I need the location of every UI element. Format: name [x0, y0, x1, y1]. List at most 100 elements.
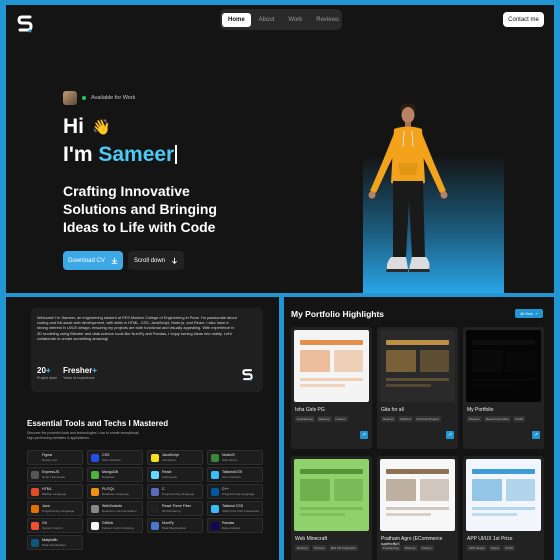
- nodejs-icon: [211, 453, 219, 462]
- tool-card: Figma Design tool: [27, 450, 83, 465]
- tool-card: NumPy Data Manipulation: [147, 518, 203, 533]
- open-project-arrow-icon[interactable]: ↗: [360, 431, 368, 439]
- tool-desc: User Interface: [222, 474, 241, 479]
- tool-card: CSS User Interface: [87, 450, 143, 465]
- react-three-fiber-icon: [151, 504, 159, 513]
- portfolio-grid: Isha Girls PG Freelancing React.js Node.js ↗…: [291, 327, 544, 560]
- view-all-button[interactable]: All View ↗: [515, 309, 543, 318]
- arrow-down-icon: [172, 257, 177, 264]
- tool-desc: Programming Language: [162, 491, 195, 496]
- open-project-arrow-icon[interactable]: ↗: [446, 431, 454, 439]
- tool-card: HTML Markup Language: [27, 484, 83, 499]
- name-highlight: Sameer: [98, 143, 175, 166]
- pandas-icon: [211, 521, 219, 530]
- tool-desc: Version Control: [42, 525, 63, 530]
- open-project-arrow-icon[interactable]: ↗: [532, 431, 540, 439]
- contact-button[interactable]: Contact me: [503, 12, 544, 27]
- portfolio-title: My Portfolio Highlights: [291, 309, 385, 319]
- hero-tagline: Crafting Innovative Solutions and Bringi…: [63, 183, 217, 235]
- hero-section: Home About Work Reviews Contact me Avail…: [6, 5, 554, 293]
- project-card[interactable]: My Portfolio React.js React three Fiber GSA…: [463, 327, 544, 449]
- git-icon: [31, 521, 39, 530]
- s-logo-icon[interactable]: [17, 14, 33, 34]
- scroll-down-label: Scroll down: [133, 257, 165, 264]
- about-text: Welcome! I'm Sameer, an engineering stud…: [37, 315, 237, 341]
- tool-desc: Data Visualization: [42, 542, 66, 547]
- tools-title: Essential Tools and Techs I Mastered: [27, 419, 169, 428]
- arrow-up-right-icon: ↗: [534, 311, 538, 316]
- project-tag: React.js: [316, 416, 332, 422]
- project-thumbnail: [294, 330, 369, 402]
- tool-desc: User Interface: [102, 457, 121, 462]
- java-icon: [31, 504, 39, 513]
- c-icon: [151, 487, 159, 496]
- tool-desc: Real-time Communication: [102, 508, 137, 513]
- tool-card: React Framework: [147, 467, 203, 482]
- tool-card: WebSockets Real-time Communication: [87, 501, 143, 516]
- project-tag: UI/UX: [502, 545, 515, 551]
- s-logo-icon: [242, 369, 253, 381]
- project-thumbnail: [466, 330, 541, 402]
- scroll-down-button[interactable]: Scroll down: [128, 251, 184, 270]
- websockets-icon: [91, 504, 99, 513]
- tailwind-css-icon: [211, 504, 219, 513]
- availability-text: Available for Work: [91, 95, 136, 101]
- project-thumbnail: [466, 459, 541, 531]
- project-tag: React.js: [402, 545, 418, 551]
- tool-desc: Markup Language: [42, 491, 67, 496]
- tool-desc: 3D Rendering: [162, 508, 181, 513]
- status-dot: [82, 96, 86, 100]
- project-tag: React.js: [381, 416, 396, 422]
- typing-cursor: [175, 145, 178, 164]
- stat-experience-label: Years of experience: [63, 376, 95, 380]
- nav-item-home[interactable]: Home: [222, 12, 251, 27]
- project-tags: APP design Figma UI/UX: [467, 545, 515, 551]
- nav-item-work[interactable]: Work: [282, 13, 308, 27]
- tool-card: Pandas Data Analysis: [207, 518, 263, 533]
- project-card[interactable]: Web Minecraft React.js Three.js Mini 3D int…: [291, 456, 372, 560]
- project-card[interactable]: APP UI/UX 1st PrizeAPP designFigmaUI/UX↗: [463, 456, 544, 560]
- about-card: Welcome! I'm Sameer, an engineering stud…: [31, 308, 263, 392]
- project-tag: Node.js: [419, 545, 434, 551]
- tailwindcss-icon: [211, 470, 219, 479]
- project-tag: React.js: [295, 545, 310, 551]
- mongodb-icon: [91, 470, 99, 479]
- download-cv-label: Download CV: [68, 257, 105, 264]
- stat-experience-value: Fresher: [63, 366, 93, 375]
- tool-card: PL/SQL Database Language: [87, 484, 143, 499]
- project-card[interactable]: Pratham Agro (ECommerce website)Freelanc…: [377, 456, 458, 560]
- tool-desc: Design tool: [42, 457, 58, 462]
- tool-card: C Programming Language: [147, 484, 203, 499]
- project-tags: React.js React three Fiber GSAP: [467, 416, 526, 422]
- download-cv-button[interactable]: Download CV: [63, 251, 123, 270]
- project-card[interactable]: Gita for all React.js Tailwind Personal Pro…: [377, 327, 458, 449]
- project-name: Gita for all: [381, 407, 404, 413]
- tool-card: TailwindCSS User Interface: [207, 467, 263, 482]
- stat-projects-label: Project done: [37, 376, 58, 380]
- tool-desc: Programming Language: [42, 508, 75, 513]
- project-tag: Three.js: [311, 545, 327, 551]
- greeting-text: Hi: [63, 115, 84, 138]
- tool-desc: Data Manipulation: [162, 525, 187, 530]
- project-tags: Freelancing React.js Node.js: [295, 416, 348, 422]
- project-tag: Mini 3D integration: [328, 545, 358, 551]
- project-tag: Node.js: [333, 416, 348, 422]
- numpy-icon: [151, 521, 159, 530]
- project-tag: Figma: [488, 545, 501, 551]
- github-icon: [91, 521, 99, 530]
- greeting: Hi 👋: [63, 115, 111, 139]
- 3d-avatar-figure: [368, 103, 448, 272]
- tool-card: Matplotlib Data Visualization: [27, 535, 83, 550]
- project-name: APP UI/UX 1st Prize: [467, 536, 513, 542]
- stat-projects-value: 20: [37, 366, 46, 375]
- tool-card: Tailwind CSS Utility-First CSS Framework: [207, 501, 263, 516]
- waving-hand-icon: 👋: [92, 119, 111, 136]
- nav-item-reviews[interactable]: Reviews: [310, 13, 345, 27]
- expressjs-icon: [31, 470, 39, 479]
- nav-item-about[interactable]: About: [253, 13, 281, 27]
- tool-card: Git Version Control: [27, 518, 83, 533]
- project-card[interactable]: Isha Girls PG Freelancing React.js Node.js ↗: [291, 327, 372, 449]
- project-tag: Freelancing: [295, 416, 315, 422]
- availability-badge: Available for Work: [63, 91, 135, 105]
- tool-card: JavaScript Interaction: [147, 450, 203, 465]
